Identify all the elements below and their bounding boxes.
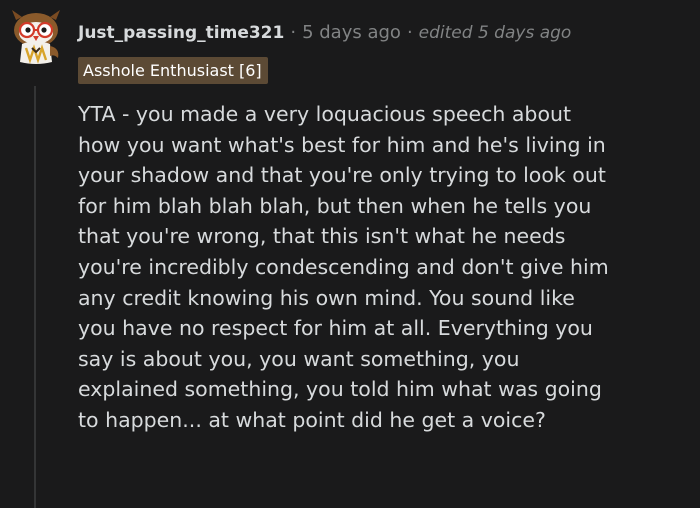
comment-body-line: for him blah blah blah, but then when he… (78, 193, 592, 218)
edited-timestamp: edited 5 days ago (418, 23, 572, 43)
comment-body-line: how you want what's best for him and he'… (78, 132, 606, 157)
comment-card: Just_passing_time321 · 5 days ago · edited 5… (0, 0, 700, 508)
comment-body-line: any credit knowing his own mind. You sou… (78, 285, 575, 310)
comment-body-line: that you're wrong, that this isn't what … (78, 224, 566, 249)
comment-body-line: explained something, you told him what w… (78, 377, 602, 402)
meta-separator: · (406, 22, 413, 43)
comment-body: YTA - you made a very loquacious speech … (78, 99, 688, 436)
owl-avatar-icon (12, 10, 60, 64)
posted-timestamp[interactable]: 5 days ago (302, 22, 401, 43)
user-flair: Asshole Enthusiast [6] (78, 57, 268, 84)
comment-meta: Just_passing_time321 · 5 days ago · edited 5… (78, 20, 571, 46)
meta-separator: · (290, 22, 297, 43)
comment-body-line: your shadow and that you're only trying … (78, 163, 606, 188)
comment-body-line: to happen... at what point did he get a … (78, 407, 546, 432)
comment-body-line: you have no respect for him at all. Ever… (78, 316, 593, 341)
author-username[interactable]: Just_passing_time321 (78, 23, 284, 43)
comment-body-line: YTA - you made a very loquacious speech … (78, 102, 572, 126)
comment-body-line: you're incredibly condescending and don'… (78, 254, 609, 279)
thread-line[interactable] (34, 86, 36, 508)
user-avatar[interactable] (8, 8, 64, 66)
comment-body-line: say is about you, you want something, yo… (78, 346, 520, 371)
